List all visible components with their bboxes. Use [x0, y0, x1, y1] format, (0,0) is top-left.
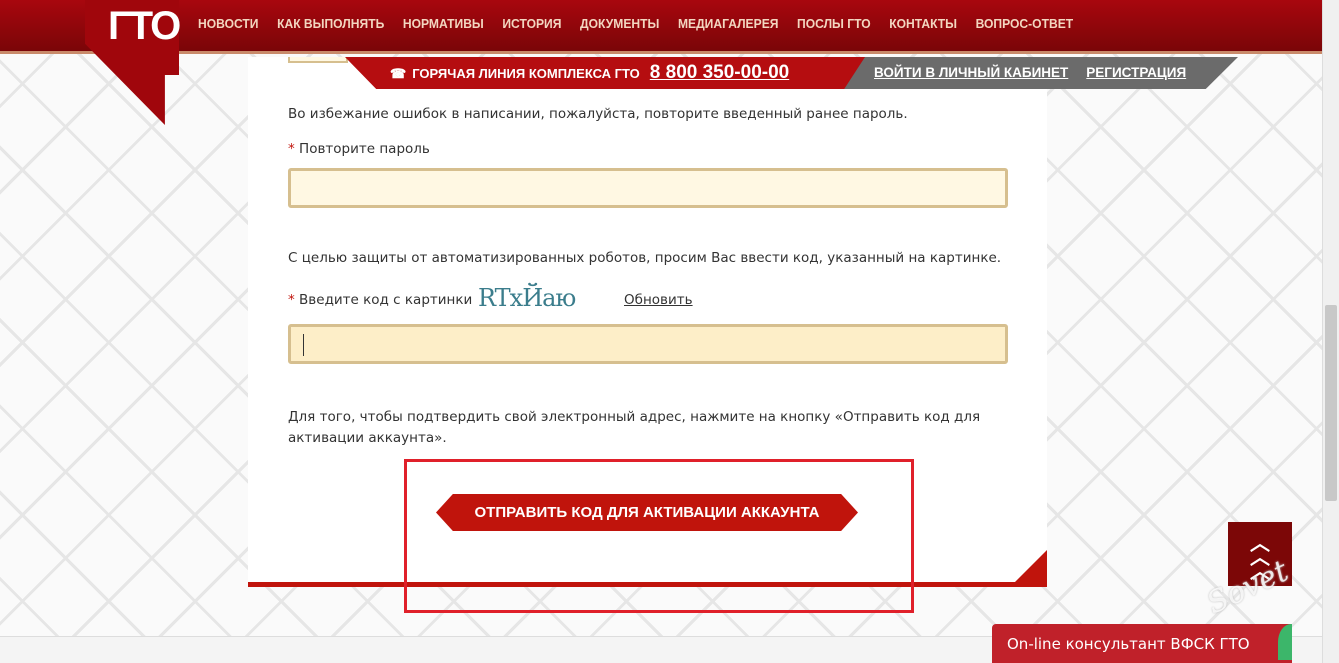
captcha-label: Введите код с картинки — [299, 292, 473, 308]
online-consultant-tab[interactable]: On-line консультант ВФСК ГТО — [992, 624, 1292, 663]
nav-faq[interactable]: ВОПРОС-ОТВЕТ — [976, 16, 1074, 31]
confirm-hint-line2: активации аккаунта». — [288, 430, 447, 446]
logo[interactable]: ГТО — [108, 4, 181, 49]
required-mark: * — [288, 292, 295, 308]
nav-ambassadors[interactable]: ПОСЛЫ ГТО — [797, 16, 871, 31]
nav-documents[interactable]: ДОКУМЕНТЫ — [580, 16, 659, 31]
repeat-password-input[interactable] — [288, 168, 1008, 208]
login-link[interactable]: ВОЙТИ В ЛИЧНЫЙ КАБИНЕТ — [874, 65, 1068, 80]
hotline-label: ГОРЯЧАЯ ЛИНИЯ КОМПЛЕКСА ГТО — [412, 66, 640, 81]
main-nav: НОВОСТИ КАК ВЫПОЛНЯТЬ НОРМАТИВЫ ИСТОРИЯ … — [198, 16, 1073, 31]
leaf-icon — [1278, 624, 1292, 660]
hotline-number[interactable]: 8 800 350-00-00 — [650, 62, 789, 84]
header: НОВОСТИ КАК ВЫПОЛНЯТЬ НОРМАТИВЫ ИСТОРИЯ … — [0, 0, 1322, 54]
text-caret — [303, 334, 304, 356]
register-link[interactable]: РЕГИСТРАЦИЯ — [1086, 65, 1186, 80]
scrollbar-thumb[interactable] — [1325, 305, 1337, 501]
nav-media[interactable]: МЕДИАГАЛЕРЕЯ — [678, 16, 779, 31]
nav-contacts[interactable]: КОНТАКТЫ — [889, 16, 957, 31]
consultant-label: On-line консультант ВФСК ГТО — [1007, 635, 1250, 653]
repeat-hint: Во избежание ошибок в написании, пожалуй… — [288, 106, 908, 122]
captcha-hint: С целью защиты от автоматизированных роб… — [288, 250, 1002, 266]
refresh-captcha-link[interactable]: Обновить — [624, 292, 693, 308]
nav-how-to[interactable]: КАК ВЫПОЛНЯТЬ — [277, 16, 384, 31]
nav-history[interactable]: ИСТОРИЯ — [502, 16, 561, 31]
highlight-box — [404, 459, 914, 613]
captcha-image: RTxЙаю — [478, 284, 576, 312]
captcha-input[interactable] — [288, 324, 1008, 364]
repeat-password-label: Повторите пароль — [299, 141, 430, 157]
required-mark: * — [288, 141, 295, 157]
vertical-scrollbar[interactable] — [1322, 0, 1339, 663]
phone-icon: ☎ — [390, 66, 407, 81]
password-field-edge — [288, 57, 348, 63]
nav-norms[interactable]: НОРМАТИВЫ — [403, 16, 484, 31]
confirm-hint-line1: Для того, чтобы подтвердить свой электро… — [288, 409, 981, 425]
nav-news[interactable]: НОВОСТИ — [198, 16, 258, 31]
